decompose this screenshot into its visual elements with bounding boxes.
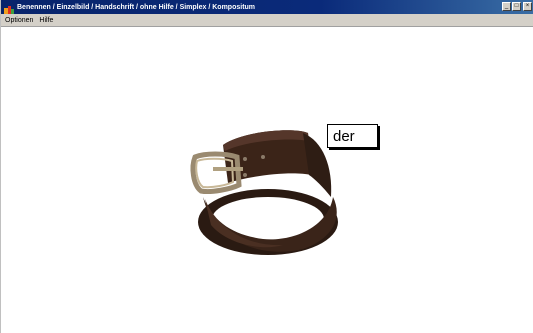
app-icon bbox=[4, 2, 14, 14]
menu-item-optionen[interactable]: Optionen bbox=[5, 17, 33, 24]
maximize-button[interactable]: □ bbox=[512, 2, 521, 11]
close-button[interactable]: × bbox=[523, 2, 532, 11]
menu-item-hilfe[interactable]: Hilfe bbox=[39, 17, 53, 24]
app-window: Benennen / Einzelbild / Handschrift / oh… bbox=[0, 0, 533, 333]
minimize-button[interactable]: _ bbox=[502, 2, 511, 11]
belt-image bbox=[190, 130, 338, 255]
window-title: Benennen / Einzelbild / Handschrift / oh… bbox=[17, 3, 256, 11]
menu-bar: Optionen Hilfe bbox=[1, 14, 533, 27]
title-bar[interactable]: Benennen / Einzelbild / Handschrift / oh… bbox=[1, 0, 533, 14]
window-controls: _ □ × bbox=[501, 2, 532, 11]
